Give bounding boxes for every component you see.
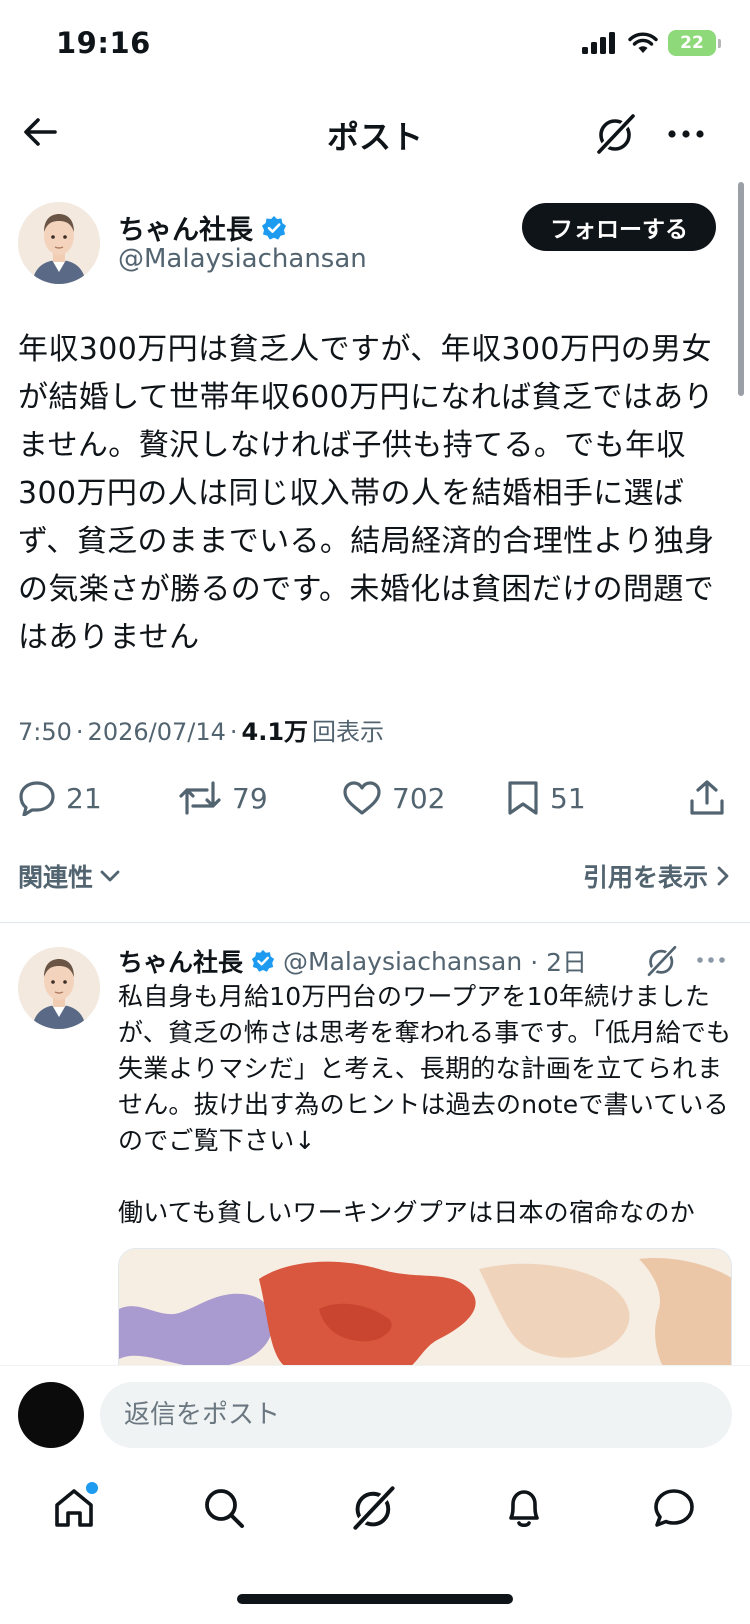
current-user-avatar[interactable] xyxy=(18,1382,84,1448)
reply-icon xyxy=(19,781,55,816)
bookmark-button[interactable]: 51 xyxy=(506,776,586,820)
nav-header: ポスト xyxy=(0,96,750,168)
world-map-image xyxy=(119,1249,731,1365)
signal-icon xyxy=(582,32,615,54)
share-button[interactable] xyxy=(688,776,726,820)
reply-grok-button[interactable] xyxy=(646,945,678,981)
reply-author-name[interactable]: ちゃん社長 xyxy=(118,943,243,979)
view-quotes-link[interactable]: 引用を表示 xyxy=(583,858,730,894)
more-horizontal-icon xyxy=(697,957,725,963)
reply-button[interactable]: 21 xyxy=(18,776,102,820)
views-label: 回表示 xyxy=(312,718,385,746)
sort-label: 関連性 xyxy=(18,863,94,892)
like-button[interactable]: 702 xyxy=(342,776,445,820)
reply-author-avatar[interactable] xyxy=(18,947,100,1029)
reply-more-button[interactable] xyxy=(696,949,726,968)
quotes-label: 引用を表示 xyxy=(582,863,708,892)
more-horizontal-icon xyxy=(668,130,704,138)
grok-icon xyxy=(596,113,636,155)
message-icon xyxy=(654,1489,694,1527)
tab-notifications[interactable] xyxy=(496,1480,552,1536)
battery-level: 22 xyxy=(680,33,704,53)
tab-messages[interactable] xyxy=(646,1480,702,1536)
sort-dropdown[interactable]: 関連性 xyxy=(18,858,121,894)
repost-icon xyxy=(179,781,221,815)
filter-row: 関連性 引用を表示 xyxy=(18,858,730,898)
reply-header: ちゃん社長 @Malaysiachansan · 2日 xyxy=(118,943,587,979)
post-time[interactable]: 7:50 xyxy=(18,718,72,746)
divider xyxy=(0,922,750,923)
meta-separator: · xyxy=(75,718,84,746)
reply-age: · 2日 xyxy=(530,948,588,977)
link-card-image[interactable] xyxy=(118,1248,732,1365)
like-count: 702 xyxy=(392,781,446,815)
scrollbar[interactable] xyxy=(738,182,744,396)
chevron-down-icon xyxy=(100,870,120,882)
status-bar: 19:16 22 xyxy=(0,0,750,90)
reply-composer xyxy=(0,1365,750,1465)
bookmark-count: 51 xyxy=(550,781,586,815)
post-meta: 7:50 · 2026/07/14 · 4.1万 回表示 xyxy=(18,712,384,747)
verified-badge-icon xyxy=(262,215,286,240)
repost-count: 79 xyxy=(232,781,268,815)
battery-indicator: 22 xyxy=(668,30,721,56)
repost-button[interactable]: 79 xyxy=(178,776,268,820)
bottom-tab-bar xyxy=(0,1468,750,1552)
heart-icon xyxy=(343,781,381,815)
status-icons: 22 xyxy=(582,30,721,56)
reply-text: 私自身も月給10万円台のワープアを10年続けましたが、貧乏の怖さは思考を奪われる… xyxy=(118,982,732,1227)
bookmark-icon xyxy=(508,781,538,815)
reply-author-handle[interactable]: @Malaysiachansan xyxy=(283,947,522,976)
author-name-row: ちゃん社長 xyxy=(118,208,287,247)
reply-post[interactable]: ちゃん社長 @Malaysiachansan · 2日 私自身も月給10万円台の… xyxy=(0,935,750,1365)
wifi-icon xyxy=(628,32,658,53)
tab-home[interactable] xyxy=(46,1480,102,1536)
more-options-button[interactable] xyxy=(662,110,710,158)
author-avatar[interactable] xyxy=(18,202,100,284)
post-actions: 21 79 702 51 xyxy=(18,776,730,820)
post-date[interactable]: 2026/07/14 xyxy=(88,718,226,746)
author-handle[interactable]: @Malaysiachansan xyxy=(118,244,367,274)
author-name[interactable]: ちゃん社長 xyxy=(118,208,253,247)
home-indicator xyxy=(237,1594,513,1604)
grok-icon xyxy=(352,1485,396,1531)
follow-button[interactable]: フォローする xyxy=(522,203,716,251)
tab-search[interactable] xyxy=(196,1480,252,1536)
grok-button[interactable] xyxy=(592,110,640,158)
share-icon xyxy=(690,780,724,815)
chevron-right-icon xyxy=(717,866,729,886)
avatar-illustration xyxy=(18,202,100,284)
bell-icon xyxy=(509,1490,539,1528)
tab-grok[interactable] xyxy=(346,1480,402,1536)
verified-badge-icon xyxy=(251,949,275,972)
home-notification-dot xyxy=(86,1482,98,1494)
reply-count: 21 xyxy=(66,781,102,815)
search-icon xyxy=(205,1489,244,1528)
reply-input[interactable] xyxy=(100,1382,732,1448)
meta-separator: · xyxy=(229,718,238,746)
avatar-illustration xyxy=(18,947,100,1029)
views-count: 4.1万 xyxy=(241,718,309,746)
status-time: 19:16 xyxy=(56,26,151,60)
post-text: 年収300万円は貧乏人ですが、年収300万円の男女が結婚して世帯年収600万円に… xyxy=(18,332,715,655)
grok-icon xyxy=(646,945,678,977)
